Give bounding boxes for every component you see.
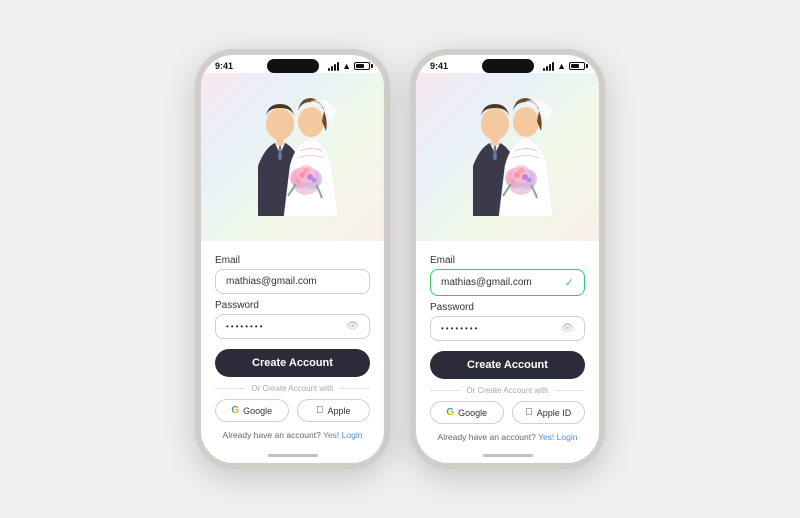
battery-icon-right — [569, 62, 585, 70]
email-input-right[interactable]: mathias@gmail.com ✓ — [430, 269, 585, 296]
wedding-image-right — [416, 73, 599, 241]
social-buttons-right: G Google  Apple ID — [430, 401, 585, 424]
apple-btn-left[interactable]:  Apple — [297, 399, 371, 422]
divider-left: Or Create Account with — [215, 384, 370, 393]
signal-icon — [328, 62, 339, 71]
password-label-left: Password — [215, 300, 370, 311]
divider-right: Or Create Account with — [430, 386, 585, 395]
google-btn-right[interactable]: G Google — [430, 401, 504, 424]
email-label-right: Email — [430, 255, 585, 266]
google-btn-left[interactable]: G Google — [215, 399, 289, 422]
login-link-left[interactable]: Yes! Login — [323, 430, 362, 440]
wedding-image-left — [201, 73, 384, 241]
social-buttons-left: G Google  Apple — [215, 399, 370, 422]
google-icon-right: G — [446, 407, 454, 418]
form-area-left: Email mathias@gmail.com Password •••••••… — [201, 241, 384, 450]
password-input-left[interactable]: •••••••• 👁 — [215, 314, 370, 339]
apple-icon-right:  — [525, 407, 533, 418]
battery-icon — [354, 62, 370, 70]
signal-icon-right — [543, 62, 554, 71]
status-bar-right: 9:41 ▲ — [416, 55, 599, 73]
apple-btn-right[interactable]:  Apple ID — [512, 401, 586, 424]
status-bar-left: 9:41 ▲ — [201, 55, 384, 73]
email-input-left[interactable]: mathias@gmail.com — [215, 269, 370, 294]
eye-icon-left[interactable]: 👁 — [346, 321, 359, 332]
eye-icon-right[interactable]: 👁 — [561, 323, 574, 334]
notch-left — [267, 59, 319, 73]
create-account-btn-right[interactable]: Create Account — [430, 351, 585, 379]
wifi-icon: ▲ — [342, 61, 351, 71]
login-row-right: Already have an account? Yes! Login — [430, 432, 585, 450]
status-icons-left: ▲ — [328, 61, 370, 71]
apple-icon-left:  — [316, 405, 324, 416]
notch-right — [482, 59, 534, 73]
wifi-icon-right: ▲ — [557, 61, 566, 71]
create-account-btn-left[interactable]: Create Account — [215, 349, 370, 377]
google-icon-left: G — [231, 405, 239, 416]
email-label-left: Email — [215, 255, 370, 266]
form-area-right: Email mathias@gmail.com ✓ Password •••••… — [416, 241, 599, 450]
home-indicator-left — [268, 454, 318, 457]
login-link-right[interactable]: Yes! Login — [538, 432, 577, 442]
screen-container: 9:41 ▲ — [185, 39, 615, 479]
password-label-right: Password — [430, 302, 585, 313]
home-indicator-right — [483, 454, 533, 457]
check-icon-right: ✓ — [565, 276, 574, 289]
login-row-left: Already have an account? Yes! Login — [215, 430, 370, 448]
phone-right: 9:41 ▲ — [410, 49, 605, 469]
status-icons-right: ▲ — [543, 61, 585, 71]
time-right: 9:41 — [430, 61, 448, 71]
phone-left: 9:41 ▲ — [195, 49, 390, 469]
time-left: 9:41 — [215, 61, 233, 71]
password-input-right[interactable]: •••••••• 👁 — [430, 316, 585, 341]
